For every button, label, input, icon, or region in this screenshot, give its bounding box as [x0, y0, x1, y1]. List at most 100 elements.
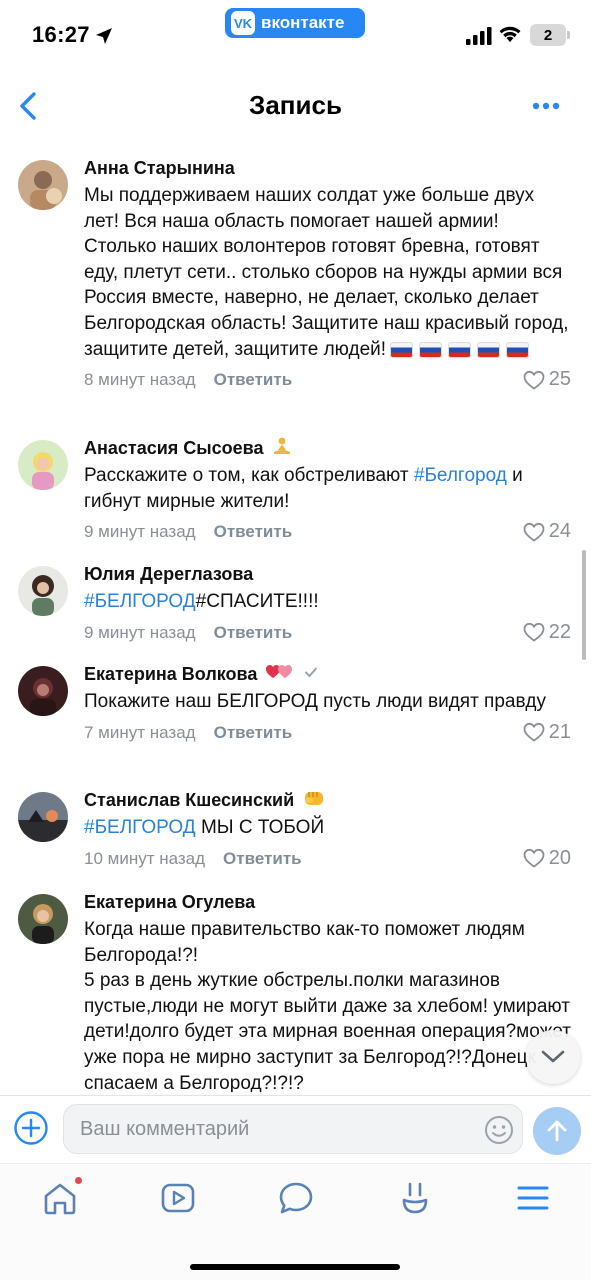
more-options-icon[interactable] — [526, 94, 566, 118]
send-button[interactable] — [533, 1107, 581, 1155]
avatar[interactable] — [18, 666, 68, 716]
author-name: Станислав Кшесинский — [84, 789, 295, 810]
russian-flag-icon — [448, 341, 472, 358]
heart-icon — [523, 522, 545, 542]
russian-flags-emoji — [390, 341, 530, 358]
comment-author[interactable]: Станислав Кшесинский — [84, 788, 573, 812]
tab-clips-icon[interactable] — [395, 1178, 435, 1218]
heart-icon — [523, 622, 545, 642]
like-button[interactable]: 20 — [523, 847, 571, 870]
app-badge-label: вконтакте — [261, 13, 345, 32]
comment-text-content: Покажите наш БЕЛГОРОД пусть люди видят п… — [84, 691, 546, 712]
verified-check-icon — [303, 664, 319, 685]
russian-flag-icon — [477, 341, 501, 358]
nav-header: Запись — [0, 70, 591, 142]
reply-button[interactable]: Ответить — [214, 522, 293, 542]
comment-time: 9 минут назад — [84, 622, 196, 642]
heart-icon — [523, 370, 545, 390]
cellular-signal-icon — [466, 27, 492, 45]
comment-author[interactable]: Екатерина Волкова — [84, 662, 573, 686]
comment-author[interactable]: Анна Старынина — [84, 156, 573, 180]
battery-indicator: 2 — [530, 24, 570, 46]
reply-button[interactable]: Ответить — [214, 370, 293, 390]
comment-meta: 9 минут назад Ответить 22 — [84, 621, 573, 645]
comment-time: 10 минут назад — [84, 848, 206, 868]
comment-input[interactable] — [80, 1105, 460, 1153]
russian-flag-icon — [390, 341, 414, 358]
hashtag-link[interactable]: #БЕЛГОРОД — [84, 817, 196, 838]
author-name: Екатерина Волкова — [84, 663, 258, 684]
hashtag-link[interactable]: #БЕЛГОРОД — [84, 591, 196, 612]
add-attachment-icon[interactable] — [13, 1110, 49, 1146]
comment-body: Екатерина Волкова Покажите наш БЕЛГОРОД … — [84, 662, 573, 745]
home-indicator — [190, 1264, 400, 1270]
comment-time: 9 минут назад — [84, 522, 196, 542]
location-arrow-icon — [96, 28, 112, 44]
avatar[interactable] — [18, 160, 68, 210]
author-name: Екатерина Огулева — [84, 891, 256, 912]
reply-button[interactable]: Ответить — [214, 723, 293, 743]
russian-flag-icon — [419, 341, 443, 358]
scroll-indicator[interactable] — [582, 550, 586, 660]
comment-body: Анна Старынина Мы поддерживаем наших сол… — [84, 156, 573, 392]
author-name: Анна Старынина — [84, 157, 235, 178]
like-button[interactable]: 24 — [523, 520, 571, 543]
comment-item: Юлия Дереглазова #БЕЛГОРОД#СПАСИТЕ!!!! 9… — [0, 562, 591, 652]
app-back-badge[interactable]: VK вконтакте — [225, 8, 365, 38]
scroll-down-button[interactable] — [526, 1030, 580, 1084]
chevron-down-icon — [541, 1050, 565, 1063]
fist-emoji-icon — [302, 787, 326, 814]
tab-messenger-icon[interactable] — [276, 1178, 316, 1218]
comment-text: Расскажите о том, как обстреливают #Белг… — [84, 463, 573, 514]
heart-icon — [523, 848, 545, 868]
comment-body: Анастасия Сысоева Расскажите о том, как … — [84, 436, 573, 544]
tab-video-icon[interactable] — [158, 1178, 198, 1218]
reply-button[interactable]: Ответить — [223, 849, 302, 869]
tab-home-icon[interactable] — [40, 1178, 80, 1218]
bottom-tab-bar — [0, 1163, 591, 1280]
avatar[interactable] — [18, 566, 68, 616]
comment-item: Екатерина Волкова Покажите наш БЕЛГОРОД … — [0, 662, 591, 778]
vk-logo-icon: VK — [231, 11, 255, 35]
comment-text: #БЕЛГОРОД#СПАСИТЕ!!!! — [84, 589, 573, 615]
comment-author[interactable]: Анастасия Сысоева — [84, 436, 573, 460]
avatar[interactable] — [18, 792, 68, 842]
comment-meta: 10 минут назад Ответить 20 — [84, 847, 573, 871]
like-count: 20 — [548, 846, 571, 869]
comment-meta: 7 минут назад Ответить 21 — [84, 721, 573, 745]
comment-text-after: #СПАСИТЕ!!!! — [195, 591, 319, 612]
reply-button[interactable]: Ответить — [214, 623, 293, 643]
comment-input-wrapper — [63, 1104, 523, 1154]
emoji-smile-icon[interactable] — [484, 1115, 514, 1145]
comment-item: Анастасия Сысоева Расскажите о том, как … — [0, 436, 591, 546]
hearts-emoji-icon — [265, 663, 295, 686]
comment-text-before: Расскажите о том, как обстреливают — [84, 465, 414, 486]
comment-author[interactable]: Юлия Дереглазова — [84, 562, 573, 586]
like-count: 25 — [548, 368, 571, 391]
comment-item: Екатерина Огулева Когда наше правительст… — [0, 890, 591, 1092]
comments-feed[interactable]: Анна Старынина Мы поддерживаем наших сол… — [0, 152, 591, 1092]
like-button[interactable]: 21 — [523, 721, 571, 744]
comment-text: Когда наше правительство как-то поможет … — [84, 917, 573, 1092]
hashtag-link[interactable]: #Белгород — [414, 465, 507, 486]
comment-author[interactable]: Екатерина Огулева — [84, 890, 573, 914]
avatar[interactable] — [18, 894, 68, 944]
like-button[interactable]: 25 — [523, 368, 571, 391]
comment-text: Покажите наш БЕЛГОРОД пусть люди видят п… — [84, 689, 573, 715]
author-name: Анастасия Сысоева — [84, 437, 264, 458]
like-count: 21 — [548, 720, 571, 743]
arrow-up-icon — [547, 1120, 567, 1142]
comment-body: Станислав Кшесинский #БЕЛГОРОД МЫ С ТОБО… — [84, 788, 573, 871]
author-name: Юлия Дереглазова — [84, 563, 254, 584]
comment-composer — [0, 1095, 591, 1163]
like-button[interactable]: 22 — [523, 621, 571, 644]
tab-menu-icon[interactable] — [513, 1178, 553, 1218]
like-count: 24 — [548, 520, 571, 543]
comment-item: Анна Старынина Мы поддерживаем наших сол… — [0, 156, 591, 424]
comment-body: Екатерина Огулева Когда наше правительст… — [84, 890, 573, 1093]
wifi-icon — [499, 26, 521, 42]
status-time: 16:27 — [32, 22, 90, 47]
avatar[interactable] — [18, 440, 68, 490]
comment-time: 8 минут назад — [84, 370, 196, 390]
comment-meta: 8 минут назад Ответить 25 — [84, 368, 573, 392]
